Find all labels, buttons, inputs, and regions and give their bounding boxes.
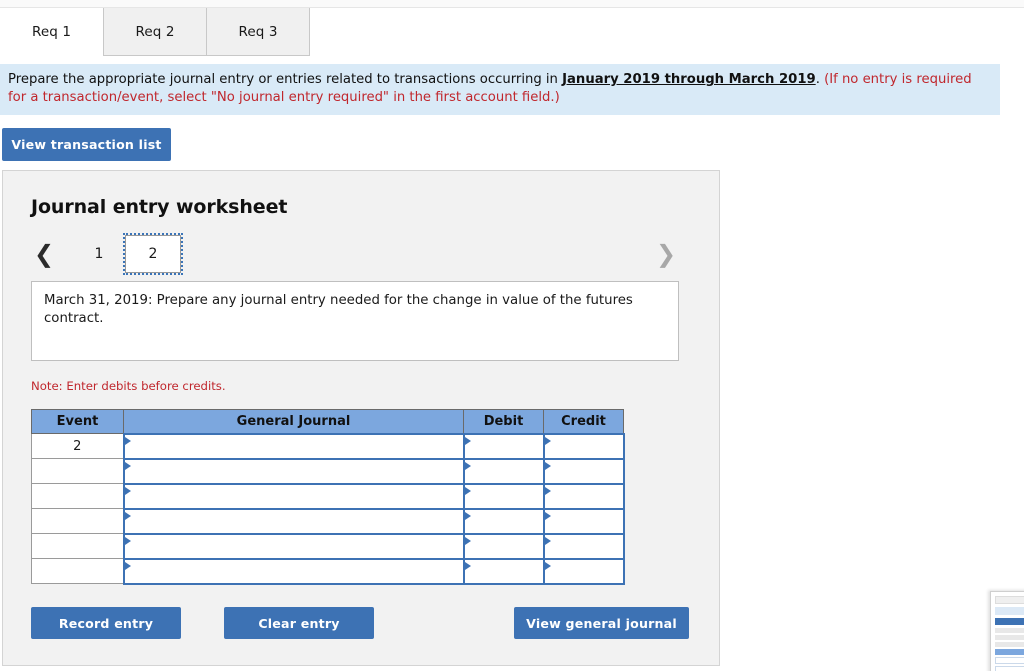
tabbar-filler [310,8,1024,56]
instruction-after-period: . [815,72,825,87]
pager-page-1-label: 1 [94,246,104,262]
pager-page-2[interactable]: 2 [123,233,183,275]
cell-credit[interactable] [542,532,625,560]
cell-debit[interactable] [462,482,545,510]
thumbnail-line [995,635,1024,640]
column-header-general-journal: General Journal [123,409,464,434]
clear-entry-button[interactable]: Clear entry [224,607,374,639]
pager-page-1[interactable]: 1 [71,235,127,273]
transaction-description: March 31, 2019: Prepare any journal entr… [31,281,679,361]
cell-event [31,533,124,559]
cell-event [31,508,124,534]
view-transaction-list-label: View transaction list [11,137,162,152]
cell-event [31,458,124,484]
cell-debit[interactable] [462,432,545,460]
cell-event [31,558,124,584]
cell-debit[interactable] [462,557,545,585]
view-transaction-list-button[interactable]: View transaction list [2,128,171,161]
chevron-right-icon[interactable]: ❯ [653,235,679,273]
cell-event: 2 [31,433,124,459]
cell-general-journal[interactable] [122,557,465,585]
table-header-row: Event General Journal Debit Credit [31,409,624,434]
cell-general-journal[interactable] [122,482,465,510]
record-entry-label: Record entry [58,615,154,631]
table-row [31,557,625,585]
tab-req-2-label: Req 2 [135,23,175,40]
thumbnail-tabbar [995,596,1024,604]
cell-credit[interactable] [542,457,625,485]
cell-credit[interactable] [542,432,625,460]
clear-entry-label: Clear entry [258,615,340,631]
thumbnail-table-row [995,657,1024,664]
view-general-journal-label: View general journal [526,615,677,631]
instruction-lead: Prepare the appropriate journal entry or… [8,72,563,87]
record-entry-button[interactable]: Record entry [31,607,181,639]
page-title: Journal entry worksheet [31,196,288,218]
cell-general-journal[interactable] [122,457,465,485]
table-row [31,457,625,485]
thumbnail-line [995,642,1024,647]
thumbnail-table-row [995,666,1024,671]
cell-credit[interactable] [542,557,625,585]
cell-general-journal[interactable] [122,532,465,560]
debits-before-credits-note: Note: Enter debits before credits. [31,379,226,393]
pager-page-2-label: 2 [148,246,158,262]
thumbnail-instruction-bar [995,607,1024,615]
tab-req-2[interactable]: Req 2 [103,8,207,56]
cell-credit[interactable] [542,507,625,535]
cell-debit[interactable] [462,457,545,485]
instruction-period: January 2019 through March 2019 [562,72,816,87]
tab-req-1[interactable]: Req 1 [0,8,104,56]
column-header-debit: Debit [463,409,544,434]
cell-event [31,483,124,509]
cell-credit[interactable] [542,482,625,510]
journal-entry-table: Event General Journal Debit Credit 2 [31,409,625,585]
column-header-event: Event [31,409,124,434]
column-header-credit: Credit [543,409,624,434]
thumbnail-button [995,618,1024,625]
table-row: 2 [31,432,625,460]
page-thumbnail-preview[interactable] [984,585,1024,671]
cell-general-journal[interactable] [122,432,465,460]
worksheet-pager: ❮ 1 2 ❯ [31,233,681,277]
thumbnail-table-header [995,649,1024,655]
journal-entry-worksheet-panel: Journal entry worksheet ❮ 1 2 ❯ March 31… [2,170,720,666]
tab-req-3-label: Req 3 [238,23,278,40]
view-general-journal-button[interactable]: View general journal [514,607,689,639]
top-strip [0,0,1024,8]
thumbnail-line [995,628,1024,633]
table-row [31,532,625,560]
cell-debit[interactable] [462,507,545,535]
instruction-bar: Prepare the appropriate journal entry or… [0,64,1000,115]
cell-general-journal[interactable] [122,507,465,535]
tab-req-1-label: Req 1 [31,23,72,40]
chevron-left-icon[interactable]: ❮ [31,235,57,273]
table-row [31,507,625,535]
tab-req-3[interactable]: Req 3 [206,8,310,56]
cell-debit[interactable] [462,532,545,560]
page-thumbnail [990,591,1024,671]
requirement-tabs: Req 1 Req 2 Req 3 [0,8,1024,56]
table-row [31,482,625,510]
